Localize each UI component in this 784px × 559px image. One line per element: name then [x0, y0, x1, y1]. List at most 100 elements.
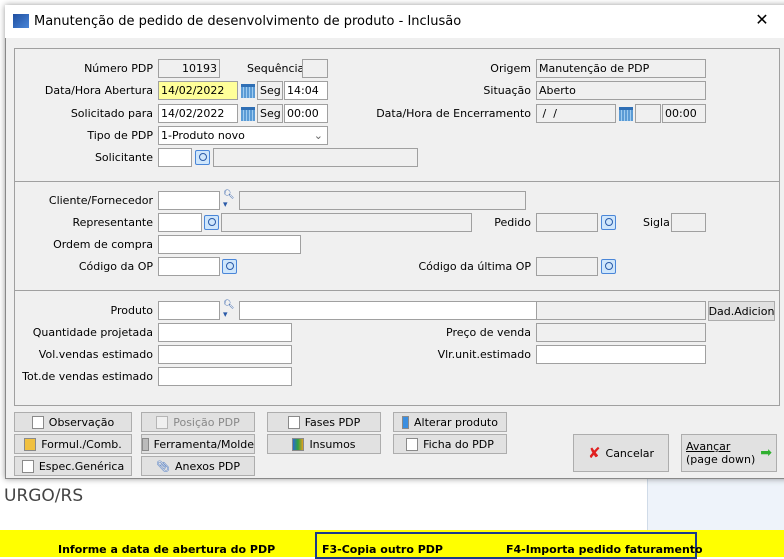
search-icon[interactable]: 🔍︎ ▾ — [223, 190, 234, 210]
close-button[interactable]: ✕ — [752, 10, 772, 29]
arrow-right-icon: ➡ — [760, 445, 772, 461]
shortcut-f4[interactable]: F4-Importa pedido faturamento — [506, 543, 703, 556]
calendar-icon — [619, 107, 633, 121]
qtd-projetada-input[interactable] — [158, 323, 292, 342]
label-sigla: Sigla — [643, 216, 670, 229]
label-cliente: Cliente/Fornecedor — [48, 194, 153, 207]
label-produto: Produto — [110, 304, 153, 317]
search-icon[interactable] — [195, 150, 210, 165]
calendar-icon[interactable] — [241, 84, 255, 98]
search-icon[interactable]: 🔍︎ ▾ — [223, 300, 234, 320]
dad-adicion-label: Dad.Adicion — [708, 304, 775, 318]
label-data-abertura: Data/Hora Abertura — [44, 84, 153, 97]
ficha-label: Ficha do PDP — [423, 437, 494, 451]
alterar-produto-button[interactable]: Alterar produto — [393, 412, 507, 432]
tot-vendas-input[interactable] — [158, 367, 292, 386]
solicitante-input[interactable] — [158, 148, 192, 167]
insumos-label: Insumos — [309, 437, 356, 451]
solicitado-para-input[interactable]: 14/02/2022 — [158, 104, 238, 123]
gear-document-icon — [406, 437, 419, 451]
produto-extra-field — [536, 301, 706, 320]
ferramenta-molde-button[interactable]: Ferramenta/Molde — [141, 434, 255, 454]
shortcut-f3[interactable]: F3-Copia outro PDP — [322, 543, 443, 556]
ficha-pdp-button[interactable]: Ficha do PDP — [393, 434, 507, 454]
hora-solicitado-input[interactable]: 00:00 — [284, 104, 328, 123]
insumos-button[interactable]: Insumos — [267, 434, 381, 454]
formul-label: Formul./Comb. — [41, 437, 122, 451]
label-pedido: Pedido — [494, 216, 531, 229]
label-codigo-ultima-op: Código da última OP — [418, 260, 531, 273]
divider — [15, 181, 780, 182]
vlr-unit-input[interactable] — [536, 345, 706, 364]
search-icon[interactable] — [204, 215, 219, 230]
posicao-pdp-button[interactable]: Posição PDP — [141, 412, 255, 432]
x-icon: ✘ — [587, 444, 601, 462]
espec-label: Espec.Genérica — [38, 459, 125, 473]
label-encerramento: Data/Hora de Encerramento — [376, 107, 531, 120]
posicao-label: Posição PDP — [173, 415, 240, 429]
fases-pdp-button[interactable]: Fases PDP — [267, 412, 381, 432]
cliente-input[interactable] — [158, 191, 220, 210]
codigo-ultima-op-field — [536, 257, 598, 276]
representante-input[interactable] — [158, 213, 202, 232]
data-abertura-input[interactable]: 14/02/2022 — [158, 81, 238, 100]
gear-document-icon — [287, 415, 300, 429]
dad-adicion-button[interactable]: Dad.Adicion — [708, 301, 775, 321]
window-title: Manutenção de pedido de desenvolvimento … — [34, 14, 462, 29]
dia-solicitado: Seg — [257, 104, 283, 123]
preco-venda-field — [536, 323, 706, 342]
document-icon — [31, 415, 44, 429]
produto-descricao-input[interactable] — [239, 301, 537, 320]
gear-document-icon — [21, 459, 34, 473]
tipo-pdp-value: 1-Produto novo — [161, 129, 245, 142]
label-ordem-compra: Ordem de compra — [53, 238, 153, 251]
observacao-button[interactable]: Observação — [14, 412, 132, 432]
label-tot-vendas: Tot.de vendas estimado — [22, 370, 153, 383]
search-icon[interactable] — [601, 259, 616, 274]
search-icon[interactable] — [601, 215, 616, 230]
vol-vendas-input[interactable] — [158, 345, 292, 364]
label-preco-venda: Preço de venda — [446, 326, 531, 339]
label-situacao: Situação — [483, 84, 531, 97]
espec-generica-button[interactable]: Espec.Genérica — [14, 456, 132, 476]
app-icon — [13, 14, 29, 28]
label-vlr-unit: Vlr.unit.estimado — [437, 348, 531, 361]
calendar-icon[interactable] — [241, 107, 255, 121]
formul-comb-button[interactable]: Formul./Comb. — [14, 434, 132, 454]
produto-input[interactable] — [158, 301, 220, 320]
ordem-compra-input[interactable] — [158, 235, 301, 254]
label-qtd-projetada: Quantidade projetada — [32, 326, 153, 339]
sequencia-field — [302, 59, 328, 78]
paperclip-icon: 📎︎ — [156, 459, 171, 473]
status-hint: Informe a data de abertura do PDP — [58, 543, 276, 556]
label-solicitante: Solicitante — [94, 151, 153, 164]
avancar-button[interactable]: Avançar (page down) ➡ — [681, 434, 777, 472]
alterar-label: Alterar produto — [414, 415, 498, 429]
label-tipo-pdp: Tipo de PDP — [87, 129, 153, 142]
origem-field: Manutenção de PDP — [536, 59, 706, 78]
situacao-field: Aberto — [536, 81, 706, 100]
background-text: URGO/RS — [4, 486, 84, 506]
hora-abertura-input[interactable]: 14:04 — [284, 81, 328, 100]
pedido-field — [536, 213, 598, 232]
numero-pdp-field: 10193 — [158, 59, 220, 78]
background-panel — [647, 478, 784, 530]
label-sequencia: Sequência — [247, 62, 305, 75]
cancelar-button[interactable]: ✘ Cancelar — [573, 434, 669, 472]
ferramenta-label: Ferramenta/Molde — [153, 437, 254, 451]
folder-icon — [24, 437, 37, 451]
label-solicitado-para: Solicitado para — [70, 107, 153, 120]
tipo-pdp-select[interactable]: 1-Produto novo ⌄ — [158, 126, 328, 145]
anexos-label: Anexos PDP — [175, 459, 240, 473]
dia-encerramento — [635, 104, 661, 123]
sigla-field — [671, 213, 706, 232]
codigo-op-input[interactable] — [158, 257, 220, 276]
hora-encerramento-field: 00:00 — [662, 104, 706, 123]
wrench-icon — [142, 437, 149, 451]
label-numero-pdp: Número PDP — [84, 62, 153, 75]
anexos-pdp-button[interactable]: 📎︎ Anexos PDP — [141, 456, 255, 476]
search-icon[interactable] — [222, 259, 237, 274]
avancar-label: Avançar — [686, 440, 731, 453]
avancar-sub-label: (page down) — [686, 453, 756, 466]
label-representante: Representante — [72, 216, 153, 229]
